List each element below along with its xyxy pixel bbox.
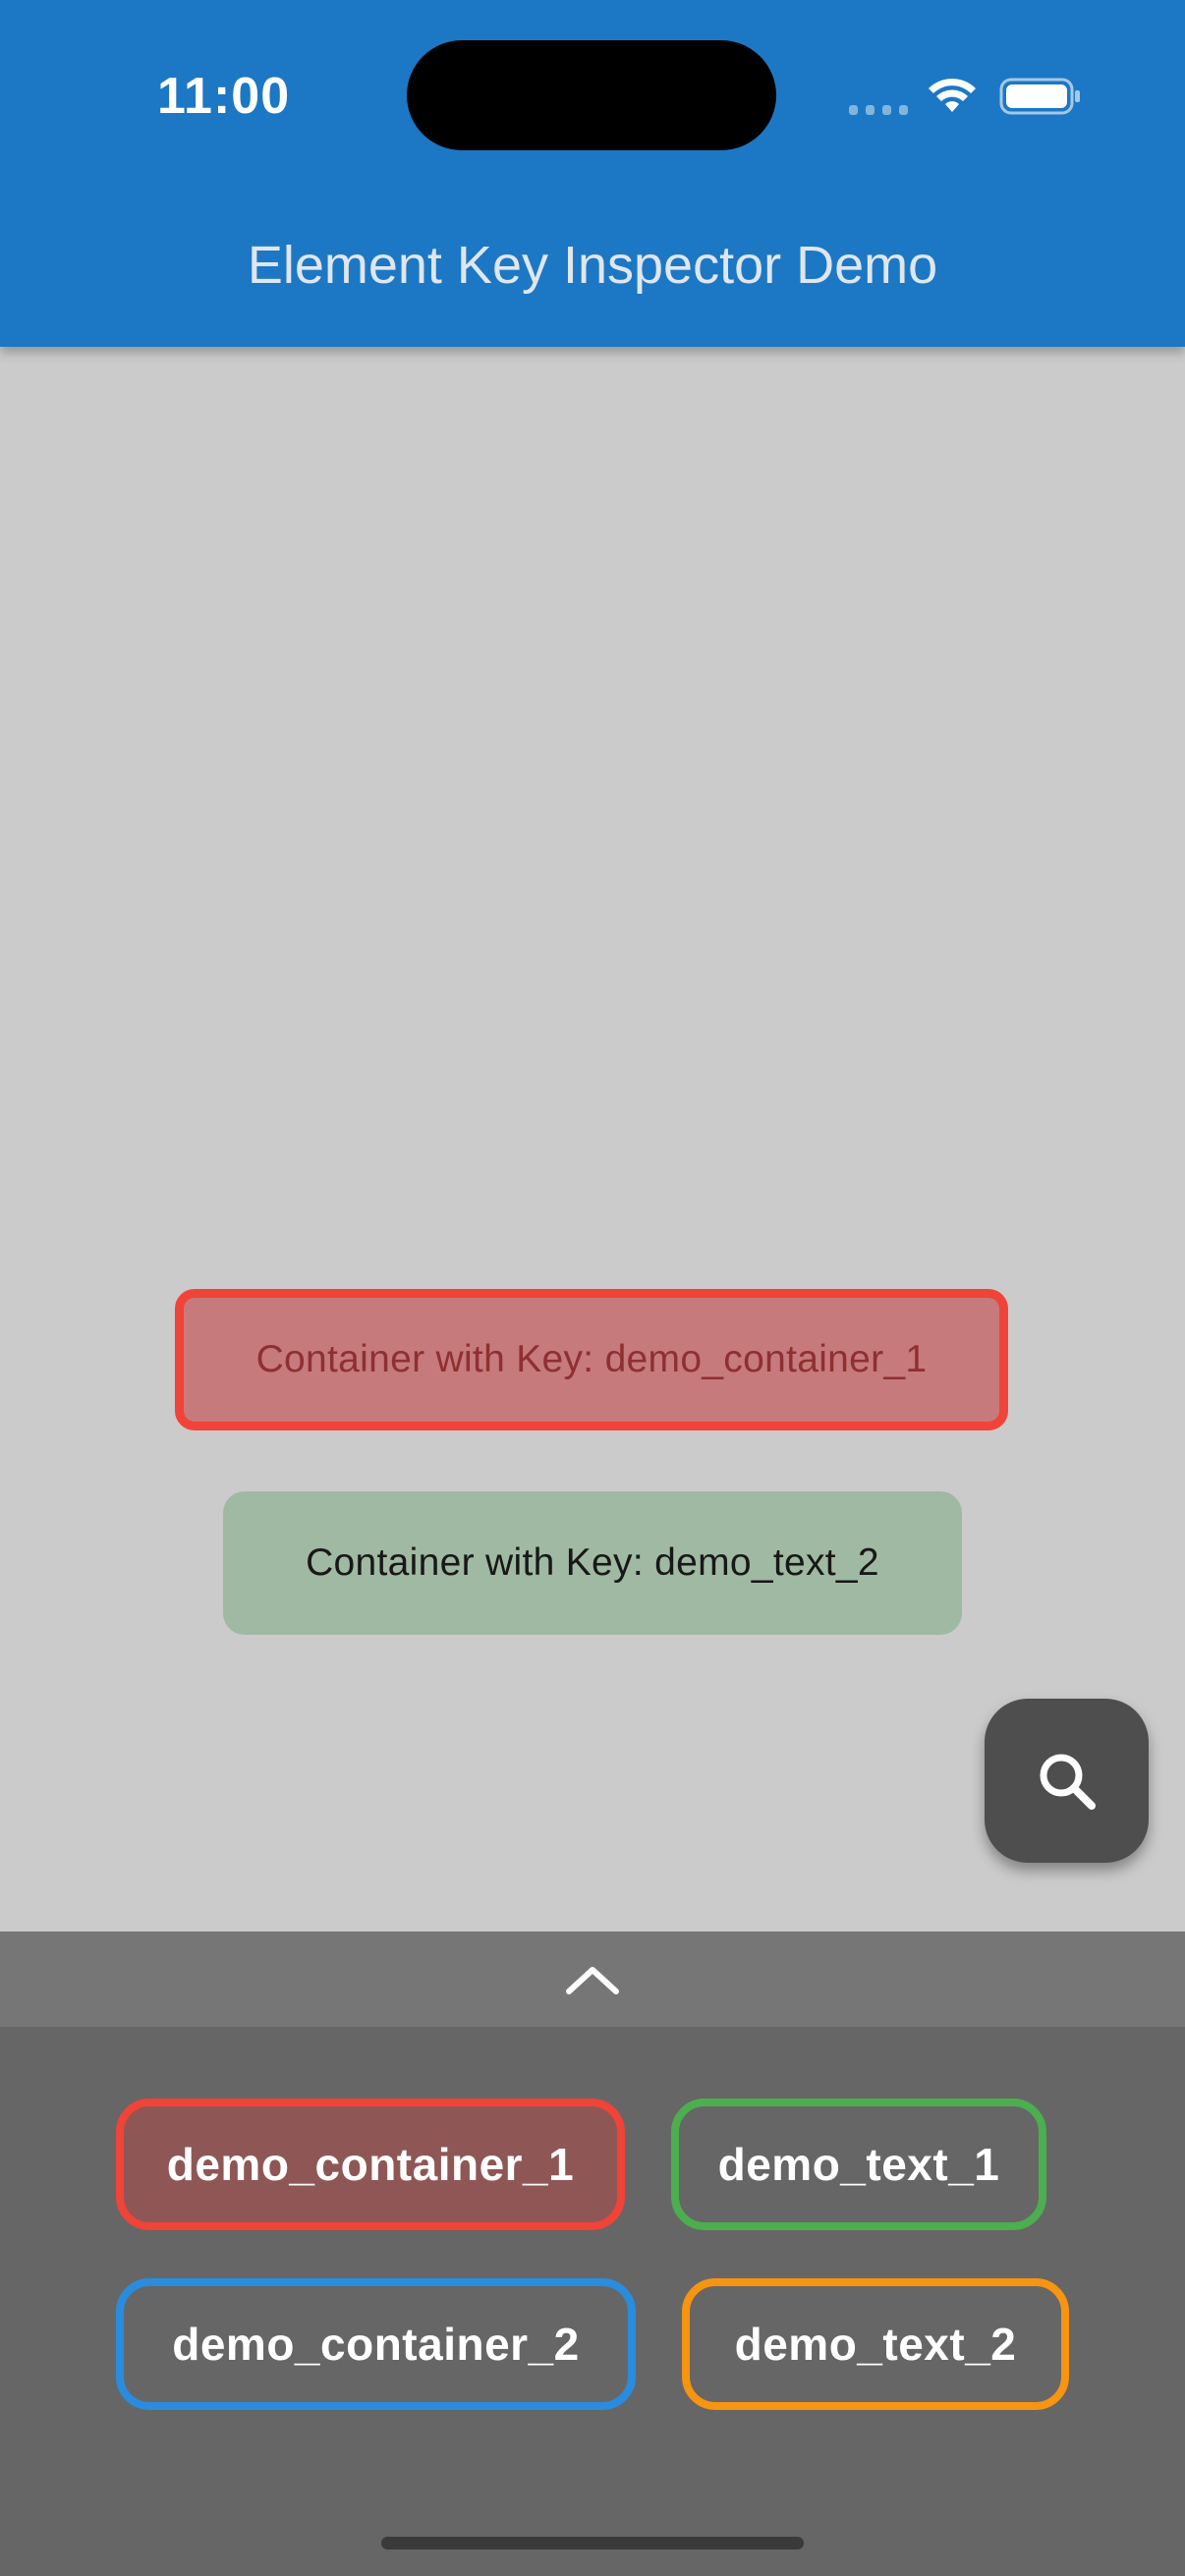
wifi-icon bbox=[929, 79, 976, 112]
container-2-label: Container with Key: demo_text_2 bbox=[306, 1541, 879, 1584]
key-chip-demo-container-1[interactable]: demo_container_1 bbox=[116, 2099, 625, 2230]
container-1-label: Container with Key: demo_container_1 bbox=[255, 1338, 928, 1380]
inspector-search-button[interactable] bbox=[985, 1699, 1149, 1863]
app-bar: 11:00 Element Key Inspector Demo bbox=[0, 0, 1185, 347]
battery-icon bbox=[999, 78, 1080, 115]
home-indicator[interactable] bbox=[381, 2537, 804, 2549]
key-list-panel: demo_container_1 demo_text_1 demo_contai… bbox=[0, 2027, 1185, 2576]
panel-toggle[interactable] bbox=[0, 1932, 1185, 2027]
status-time: 11:00 bbox=[157, 68, 291, 125]
cellular-signal-icon bbox=[849, 105, 908, 115]
page-title: Element Key Inspector Demo bbox=[247, 236, 938, 295]
demo-container-1[interactable]: Container with Key: demo_container_1 bbox=[175, 1289, 1008, 1430]
key-chip-demo-text-2[interactable]: demo_text_2 bbox=[682, 2278, 1069, 2410]
dynamic-island bbox=[407, 40, 776, 150]
search-icon bbox=[1040, 1754, 1096, 1810]
demo-container-2[interactable]: Container with Key: demo_text_2 bbox=[223, 1491, 962, 1635]
key-chip-demo-container-2[interactable]: demo_container_2 bbox=[116, 2278, 636, 2410]
key-chip-demo-text-1[interactable]: demo_text_1 bbox=[671, 2099, 1046, 2230]
chevron-up-icon bbox=[566, 1966, 619, 1994]
